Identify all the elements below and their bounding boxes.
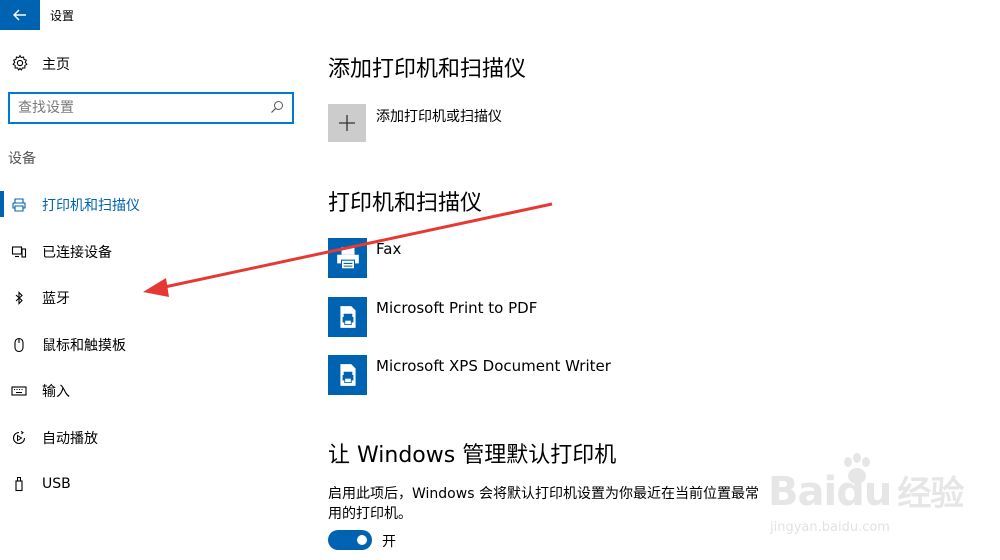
printer-doc-icon	[328, 355, 367, 395]
mouse-icon	[11, 337, 27, 353]
printers-section-title: 打印机和扫描仪	[328, 191, 483, 216]
search-icon[interactable]	[270, 100, 284, 114]
sidebar-item-label: 蓝牙	[42, 291, 70, 308]
autoplay-icon	[11, 430, 27, 446]
connected-devices-icon	[11, 244, 27, 260]
title-bar: 设置	[0, 0, 1000, 32]
sidebar-item-typing[interactable]: 输入	[0, 368, 300, 415]
printer-item-fax[interactable]: Fax	[328, 238, 728, 280]
printer-icon	[11, 197, 27, 213]
sidebar-item-label: USB	[42, 476, 71, 493]
sidebar-item-label: 已连接设备	[42, 244, 112, 261]
sidebar: 主页 设备 打印机和扫描仪 已连接设备 蓝牙	[0, 32, 310, 560]
add-printer-label[interactable]: 添加打印机或扫描仪	[376, 106, 502, 126]
watermark-url: jingyan.baidu.com	[770, 520, 890, 535]
default-printer-description: 启用此项后，Windows 会将默认打印机设置为你最近在当前位置最常用的打印机。	[328, 486, 759, 522]
toggle-state-label: 开	[382, 534, 396, 550]
printer-name: Microsoft XPS Document Writer	[376, 357, 611, 375]
baidu-watermark: Baidu 经验 jingyan.baidu.com	[760, 448, 980, 548]
usb-icon	[11, 476, 27, 492]
keyboard-icon	[11, 383, 27, 399]
back-button[interactable]	[0, 0, 40, 30]
sidebar-item-usb[interactable]: USB	[0, 461, 300, 508]
sidebar-item-connected-devices[interactable]: 已连接设备	[0, 229, 300, 276]
printer-doc-icon	[328, 297, 367, 337]
sidebar-nav: 打印机和扫描仪 已连接设备 蓝牙 鼠标和触摸板 输入 自动播放 USB	[0, 182, 300, 508]
gear-icon	[12, 54, 28, 71]
printer-item-xps[interactable]: Microsoft XPS Document Writer	[328, 355, 728, 397]
fax-printer-icon	[328, 238, 367, 278]
printer-name: Fax	[376, 240, 402, 258]
search-input[interactable]	[18, 98, 258, 118]
sidebar-item-label: 打印机和扫描仪	[42, 198, 140, 215]
section-label: 设备	[8, 151, 36, 167]
sidebar-item-bluetooth[interactable]: 蓝牙	[0, 275, 300, 322]
printer-item-pdf[interactable]: Microsoft Print to PDF	[328, 297, 728, 339]
toggle-knob	[357, 535, 367, 545]
sidebar-item-label: 自动播放	[42, 430, 98, 447]
printer-name: Microsoft Print to PDF	[376, 299, 538, 317]
default-printer-section-title: 让 Windows 管理默认打印机	[328, 443, 617, 468]
arrow-left-icon	[13, 9, 26, 21]
default-printer-toggle[interactable]	[328, 530, 372, 550]
watermark-brand: Baidu 经验	[768, 469, 964, 515]
sidebar-item-mouse[interactable]: 鼠标和触摸板	[0, 322, 300, 369]
sidebar-item-label: 输入	[42, 384, 70, 401]
plus-icon	[339, 115, 355, 131]
sidebar-item-printers[interactable]: 打印机和扫描仪	[0, 182, 300, 229]
sidebar-item-home[interactable]: 主页	[0, 48, 300, 78]
sidebar-item-label: 主页	[42, 57, 70, 73]
sidebar-item-label: 鼠标和触摸板	[42, 337, 126, 354]
add-printer-button[interactable]	[328, 104, 366, 142]
search-box	[8, 92, 294, 124]
add-section-title: 添加打印机和扫描仪	[328, 57, 527, 82]
bluetooth-icon	[11, 290, 27, 306]
sidebar-item-autoplay[interactable]: 自动播放	[0, 415, 300, 462]
window-title: 设置	[50, 9, 75, 23]
